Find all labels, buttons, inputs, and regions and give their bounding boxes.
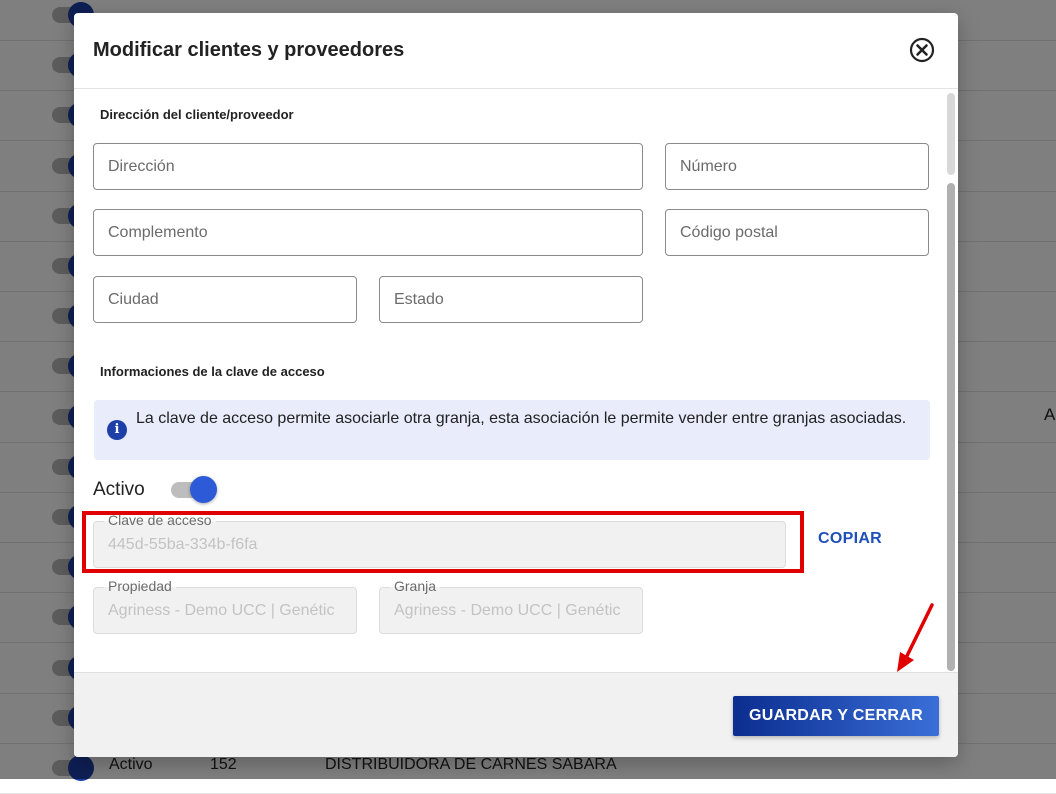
propiedad-input[interactable] <box>94 588 356 633</box>
estado-input[interactable] <box>380 277 642 322</box>
complemento-field <box>93 209 643 256</box>
info-text: La clave de acceso permite asociarle otr… <box>136 410 907 427</box>
estado-field <box>379 276 643 323</box>
scrollbar-thumb[interactable] <box>947 183 955 671</box>
scrollbar[interactable] <box>947 93 955 671</box>
copy-button[interactable]: COPIAR <box>818 530 882 548</box>
close-icon[interactable] <box>909 37 935 63</box>
modal-footer: GUARDAR Y CERRAR <box>74 672 958 757</box>
address-section-title: Dirección del cliente/proveedor <box>100 107 294 122</box>
granja-field: Granja <box>379 578 643 634</box>
direccion-field <box>93 143 643 190</box>
modal-title: Modificar clientes y proveedores <box>93 39 405 61</box>
toggle-label: Activo <box>93 479 145 500</box>
active-toggle[interactable] <box>171 476 217 503</box>
clave-field: Clave de acceso <box>93 512 786 568</box>
toggle-knob <box>190 476 217 503</box>
modal-header: Modificar clientes y proveedores <box>74 13 958 89</box>
info-icon: i <box>107 420 127 440</box>
codigo-postal-field <box>665 209 929 256</box>
codigo-postal-input[interactable] <box>666 210 928 255</box>
propiedad-field: Propiedad <box>93 578 357 634</box>
ciudad-field <box>93 276 357 323</box>
numero-field <box>665 143 929 190</box>
ciudad-input[interactable] <box>94 277 356 322</box>
granja-input[interactable] <box>380 588 642 633</box>
numero-input[interactable] <box>666 144 928 189</box>
save-and-close-button[interactable]: GUARDAR Y CERRAR <box>733 696 939 736</box>
access-section-title: Informaciones de la clave de acceso <box>100 364 325 379</box>
modal-body: Dirección del cliente/proveedor Informac… <box>74 89 958 672</box>
scrollbar-track-top <box>947 93 955 175</box>
edit-client-modal: Modificar clientes y proveedores Direcci… <box>74 13 958 757</box>
direccion-input[interactable] <box>94 144 642 189</box>
complemento-input[interactable] <box>94 210 642 255</box>
info-box: i La clave de acceso permite asociarle o… <box>94 400 930 460</box>
clave-input[interactable] <box>94 522 785 567</box>
